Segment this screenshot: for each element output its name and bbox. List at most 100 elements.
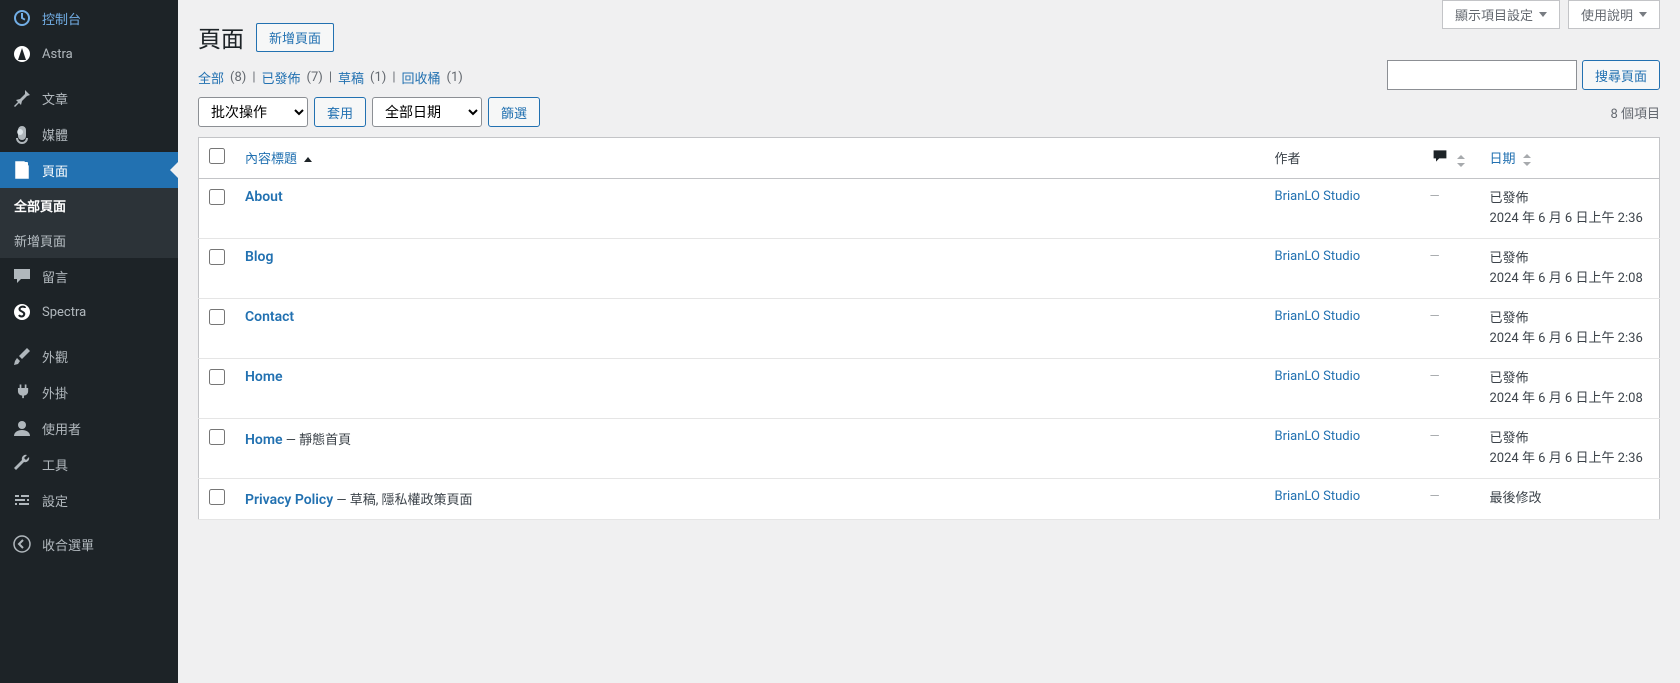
sidebar-label: 控制台 — [42, 9, 81, 28]
table-row: AboutBrianLO Studio—已發佈2024 年 6 月 6 日上午 … — [199, 179, 1660, 239]
admin-sidebar: 控制台 Astra 文章 媒體 頁面 全部頁面 新增頁面 留言 Spe — [0, 0, 178, 683]
row-date: 2024 年 6 月 6 日上午 2:36 — [1490, 449, 1650, 469]
sidebar-item-collapse[interactable]: 收合選單 — [0, 526, 178, 562]
table-row: Contact BrianLO Studio — 已發佈2024 年 6 月 6 日上… — [199, 299, 1660, 359]
astra-icon — [12, 44, 32, 64]
page-title-link[interactable]: About — [245, 189, 283, 205]
sort-date[interactable]: 日期 — [1490, 152, 1531, 167]
sidebar-label: Spectra — [42, 305, 86, 320]
main-content: 顯示項目設定 使用說明 頁面 新增頁面 搜尋頁面 全部 (8) | 已發佈 (7… — [178, 0, 1680, 683]
sidebar-item-tools[interactable]: 工具 — [0, 446, 178, 482]
table-row: Privacy Policy — 草稿, 隱私權政策頁面 BrianLO Stud… — [199, 479, 1660, 520]
row-checkbox[interactable] — [209, 489, 225, 505]
filter-button[interactable]: 篩選 — [488, 97, 540, 127]
sort-title[interactable]: 內容標題 — [245, 152, 312, 167]
table-row: BlogBrianLO Studio—已發佈2024 年 6 月 6 日上午 2… — [199, 239, 1660, 299]
bulk-action-select[interactable]: 批次操作 — [198, 97, 308, 127]
sidebar-item-comments[interactable]: 留言 — [0, 258, 178, 294]
row-checkbox[interactable] — [209, 189, 225, 205]
collapse-icon — [12, 534, 32, 554]
submenu-new-page[interactable]: 新增頁面 — [0, 223, 178, 258]
date-filter-select[interactable]: 全部日期 — [372, 97, 482, 127]
sliders-icon — [12, 490, 32, 510]
sidebar-label: 留言 — [42, 267, 68, 286]
sidebar-item-pages[interactable]: 頁面 — [0, 152, 178, 188]
author-link[interactable]: BrianLO Studio — [1275, 489, 1361, 504]
row-status: 已發佈 — [1490, 249, 1650, 269]
table-row: HomeBrianLO Studio—已發佈2024 年 6 月 6 日上午 2… — [199, 359, 1660, 419]
comment-count: — — [1430, 369, 1440, 384]
search-input[interactable] — [1387, 60, 1577, 90]
filter-draft[interactable]: 草稿 — [338, 68, 364, 87]
filter-all[interactable]: 全部 — [198, 68, 224, 87]
pages-table: 內容標題 作者 日期 AboutBrianLO Studio—已發佈2024 年… — [198, 137, 1660, 520]
row-status: 已發佈 — [1490, 189, 1650, 209]
chevron-down-icon — [1539, 12, 1547, 17]
select-all-checkbox[interactable] — [209, 148, 225, 164]
comment-count: — — [1430, 429, 1440, 444]
user-icon — [12, 418, 32, 438]
comment-icon — [12, 266, 32, 286]
row-date: 2024 年 6 月 6 日上午 2:08 — [1490, 389, 1650, 409]
help-button[interactable]: 使用說明 — [1568, 0, 1660, 29]
sidebar-item-spectra[interactable]: Spectra — [0, 294, 178, 330]
search-button[interactable]: 搜尋頁面 — [1582, 60, 1660, 90]
row-checkbox[interactable] — [209, 249, 225, 265]
page-icon — [12, 160, 32, 180]
page-title-link[interactable]: Home — [245, 369, 283, 385]
sidebar-label: 外觀 — [42, 347, 68, 366]
sidebar-label: 媒體 — [42, 125, 68, 144]
sidebar-item-dashboard[interactable]: 控制台 — [0, 0, 178, 36]
sidebar-item-astra[interactable]: Astra — [0, 36, 178, 72]
page-title-link[interactable]: Blog — [245, 249, 273, 265]
dashboard-icon — [12, 8, 32, 28]
media-icon — [12, 124, 32, 144]
sidebar-item-users[interactable]: 使用者 — [0, 410, 178, 446]
filter-published[interactable]: 已發佈 — [262, 68, 301, 87]
comment-icon — [1430, 148, 1450, 164]
sidebar-item-settings[interactable]: 設定 — [0, 482, 178, 518]
page-title-link[interactable]: Contact — [245, 309, 294, 325]
page-title-link[interactable]: Home — [245, 432, 283, 448]
title-state: — 靜態首頁 — [283, 433, 352, 448]
sidebar-item-appearance[interactable]: 外觀 — [0, 338, 178, 374]
filter-trash[interactable]: 回收桶 — [402, 68, 441, 87]
apply-button[interactable]: 套用 — [314, 97, 366, 127]
sidebar-item-plugins[interactable]: 外掛 — [0, 374, 178, 410]
submenu-all-pages[interactable]: 全部頁面 — [0, 188, 178, 223]
sidebar-label: 外掛 — [42, 383, 68, 402]
row-checkbox[interactable] — [209, 309, 225, 325]
author-link[interactable]: BrianLO Studio — [1275, 429, 1361, 444]
sidebar-label: 設定 — [42, 491, 68, 510]
add-new-button[interactable]: 新增頁面 — [256, 23, 334, 52]
author-link[interactable]: BrianLO Studio — [1275, 189, 1361, 204]
sidebar-submenu: 全部頁面 新增頁面 — [0, 188, 178, 258]
author-link[interactable]: BrianLO Studio — [1275, 309, 1361, 324]
row-date: 2024 年 6 月 6 日上午 2:36 — [1490, 329, 1650, 349]
screen-options-button[interactable]: 顯示項目設定 — [1442, 0, 1560, 29]
page-title-link[interactable]: Privacy Policy — [245, 492, 333, 508]
comment-count: — — [1430, 189, 1440, 204]
sidebar-item-media[interactable]: 媒體 — [0, 116, 178, 152]
sidebar-item-posts[interactable]: 文章 — [0, 80, 178, 116]
comment-count: — — [1430, 309, 1440, 324]
sidebar-label: 工具 — [42, 455, 68, 474]
pin-icon — [12, 88, 32, 108]
author-link[interactable]: BrianLO Studio — [1275, 369, 1361, 384]
wrench-icon — [12, 454, 32, 474]
sidebar-label: Astra — [42, 47, 73, 62]
row-status: 已發佈 — [1490, 309, 1650, 329]
item-count: 8 個項目 — [1610, 103, 1660, 122]
author-link[interactable]: BrianLO Studio — [1275, 249, 1361, 264]
row-date: 2024 年 6 月 6 日上午 2:08 — [1490, 269, 1650, 289]
brush-icon — [12, 346, 32, 366]
sidebar-label: 頁面 — [42, 161, 68, 180]
col-author-header: 作者 — [1275, 152, 1301, 167]
title-state: — 草稿, 隱私權政策頁面 — [333, 493, 472, 508]
sort-icon — [1523, 154, 1531, 166]
sidebar-label: 收合選單 — [42, 535, 94, 554]
row-checkbox[interactable] — [209, 429, 225, 445]
page-title: 頁面 — [198, 20, 244, 54]
row-checkbox[interactable] — [209, 369, 225, 385]
sort-asc-icon — [304, 157, 312, 162]
